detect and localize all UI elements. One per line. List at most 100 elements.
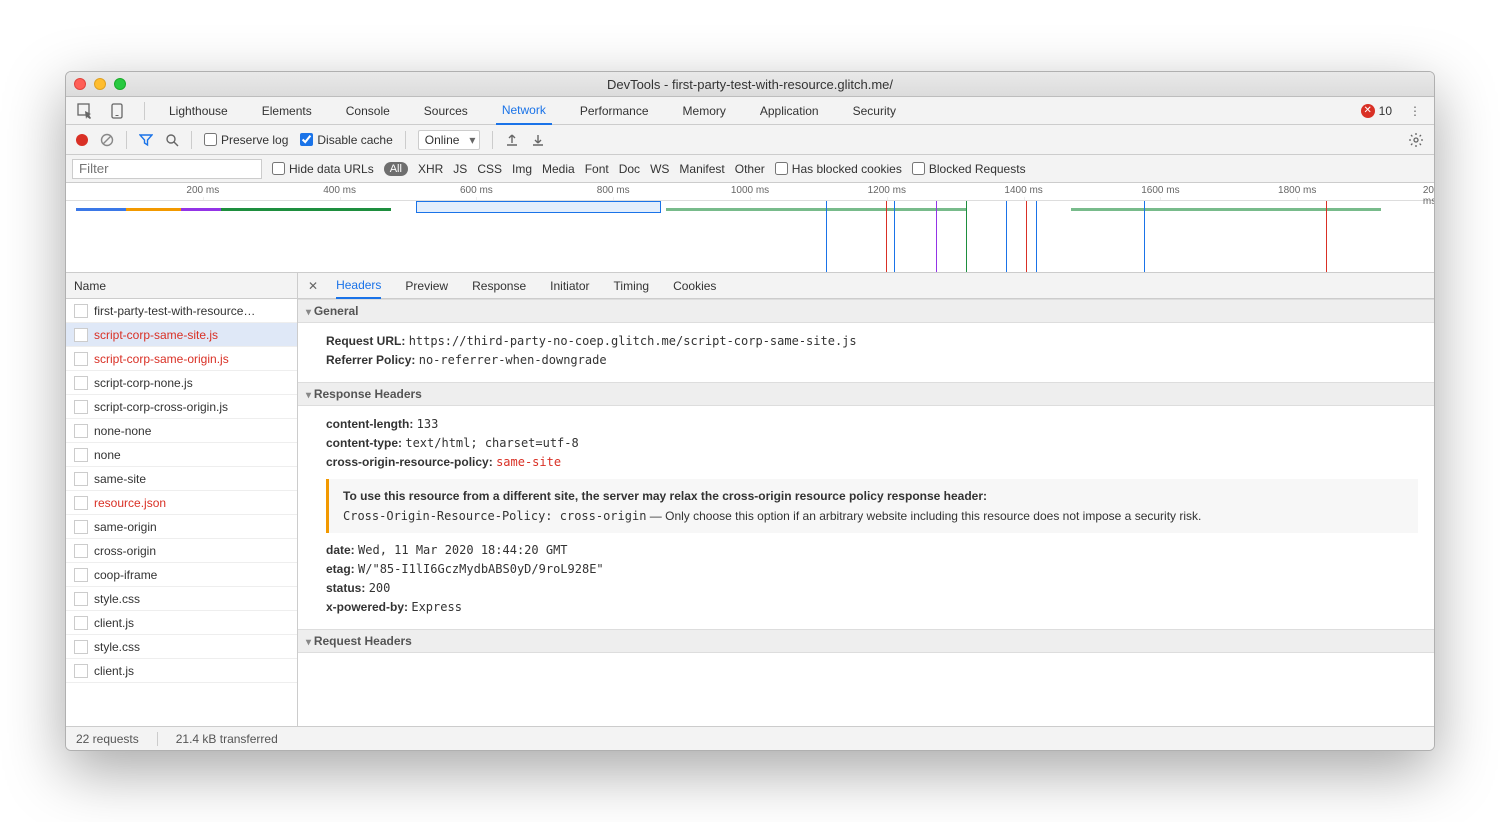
request-row[interactable]: same-origin xyxy=(66,515,297,539)
request-detail: ✕ Headers Preview Response Initiator Timing C… xyxy=(298,273,1434,726)
request-row[interactable]: script-corp-same-site.js xyxy=(66,323,297,347)
filter-type-all[interactable]: All xyxy=(384,162,408,176)
file-icon xyxy=(74,568,88,582)
panel-tab-lighthouse[interactable]: Lighthouse xyxy=(163,97,234,125)
error-count-badge[interactable]: ✕ 10 xyxy=(1361,104,1392,118)
file-icon xyxy=(74,376,88,390)
section-response-headers[interactable]: Response Headers xyxy=(298,382,1434,406)
panel-tab-elements[interactable]: Elements xyxy=(256,97,318,125)
filter-type-ws[interactable]: WS xyxy=(650,162,669,176)
detail-tab-response[interactable]: Response xyxy=(472,273,526,299)
detail-tab-initiator[interactable]: Initiator xyxy=(550,273,589,299)
corp-hint-note: To use this resource from a different si… xyxy=(326,479,1418,533)
hide-data-urls-checkbox[interactable]: Hide data URLs xyxy=(272,162,374,176)
status-requests: 22 requests xyxy=(76,732,158,746)
timeline-tick: 1000 ms xyxy=(731,185,769,196)
search-icon[interactable] xyxy=(165,133,179,147)
request-row[interactable]: none xyxy=(66,443,297,467)
timeline-tick: 1200 ms xyxy=(868,185,906,196)
filter-input[interactable] xyxy=(72,159,262,179)
request-row[interactable]: style.css xyxy=(66,635,297,659)
filter-type-doc[interactable]: Doc xyxy=(619,162,640,176)
request-row[interactable]: cross-origin xyxy=(66,539,297,563)
filter-bar: Hide data URLs All XHR JS CSS Img Media Font D… xyxy=(66,155,1434,183)
detail-tab-headers[interactable]: Headers xyxy=(336,273,381,299)
record-button[interactable] xyxy=(76,134,88,146)
detail-tab-preview[interactable]: Preview xyxy=(405,273,448,299)
detail-tabbar: ✕ Headers Preview Response Initiator Timing C… xyxy=(298,273,1434,299)
request-name: style.css xyxy=(94,592,140,606)
file-icon xyxy=(74,472,88,486)
panel-tab-security[interactable]: Security xyxy=(847,97,902,125)
request-name: none xyxy=(94,448,121,462)
panel-tab-memory[interactable]: Memory xyxy=(677,97,732,125)
panel-tab-network[interactable]: Network xyxy=(496,97,552,125)
request-row[interactable]: script-corp-none.js xyxy=(66,371,297,395)
panel-tab-application[interactable]: Application xyxy=(754,97,825,125)
settings-gear-icon[interactable] xyxy=(1408,132,1424,148)
filter-type-media[interactable]: Media xyxy=(542,162,575,176)
request-name: client.js xyxy=(94,664,134,678)
section-request-headers[interactable]: Request Headers xyxy=(298,629,1434,653)
request-list-header[interactable]: Name xyxy=(66,273,297,299)
file-icon xyxy=(74,640,88,654)
request-row[interactable]: style.css xyxy=(66,587,297,611)
request-name: script-corp-none.js xyxy=(94,376,193,390)
file-icon xyxy=(74,592,88,606)
file-icon xyxy=(74,520,88,534)
request-row[interactable]: first-party-test-with-resource… xyxy=(66,299,297,323)
request-row[interactable]: script-corp-same-origin.js xyxy=(66,347,297,371)
waterfall-overview[interactable]: 200 ms400 ms600 ms800 ms1000 ms1200 ms14… xyxy=(66,183,1434,273)
device-toggle-icon[interactable] xyxy=(108,102,126,120)
clear-icon[interactable] xyxy=(100,133,114,147)
filter-type-css[interactable]: CSS xyxy=(477,162,502,176)
file-icon xyxy=(74,544,88,558)
close-detail-icon[interactable]: ✕ xyxy=(308,279,318,293)
more-menu-icon[interactable]: ⋮ xyxy=(1406,104,1424,118)
filter-icon[interactable] xyxy=(139,133,153,147)
request-row[interactable]: same-site xyxy=(66,467,297,491)
download-har-icon[interactable] xyxy=(531,133,545,147)
request-name: client.js xyxy=(94,616,134,630)
panel-tab-performance[interactable]: Performance xyxy=(574,97,655,125)
preserve-log-checkbox[interactable]: Preserve log xyxy=(204,133,288,147)
filter-type-other[interactable]: Other xyxy=(735,162,765,176)
throttling-select[interactable]: Online xyxy=(418,130,481,150)
filter-type-manifest[interactable]: Manifest xyxy=(679,162,724,176)
titlebar: DevTools - first-party-test-with-resourc… xyxy=(66,72,1434,97)
request-name: first-party-test-with-resource… xyxy=(94,304,255,318)
panel-tab-console[interactable]: Console xyxy=(340,97,396,125)
filter-type-js[interactable]: JS xyxy=(453,162,467,176)
request-name: coop-iframe xyxy=(94,568,157,582)
disable-cache-checkbox[interactable]: Disable cache xyxy=(300,133,392,147)
has-blocked-cookies-checkbox[interactable]: Has blocked cookies xyxy=(775,162,902,176)
file-icon xyxy=(74,664,88,678)
blocked-requests-checkbox[interactable]: Blocked Requests xyxy=(912,162,1026,176)
filter-type-font[interactable]: Font xyxy=(585,162,609,176)
timeline-markers xyxy=(66,201,1434,272)
window-title: DevTools - first-party-test-with-resourc… xyxy=(66,77,1434,92)
request-row[interactable]: script-corp-cross-origin.js xyxy=(66,395,297,419)
request-row[interactable]: resource.json xyxy=(66,491,297,515)
file-icon xyxy=(74,496,88,510)
file-icon xyxy=(74,448,88,462)
network-toolbar: Preserve log Disable cache Online xyxy=(66,125,1434,155)
request-row[interactable]: coop-iframe xyxy=(66,563,297,587)
timeline-tick: 800 ms xyxy=(597,185,630,196)
request-list: Name first-party-test-with-resource… scri… xyxy=(66,273,298,726)
request-name: script-corp-same-origin.js xyxy=(94,352,229,366)
upload-har-icon[interactable] xyxy=(505,133,519,147)
detail-tab-cookies[interactable]: Cookies xyxy=(673,273,716,299)
request-name: none-none xyxy=(94,424,151,438)
panel-tab-sources[interactable]: Sources xyxy=(418,97,474,125)
inspect-element-icon[interactable] xyxy=(76,102,94,120)
request-row[interactable]: none-none xyxy=(66,419,297,443)
filter-type-img[interactable]: Img xyxy=(512,162,532,176)
request-row[interactable]: client.js xyxy=(66,659,297,683)
request-name: script-corp-same-site.js xyxy=(94,328,218,342)
detail-tab-timing[interactable]: Timing xyxy=(614,273,650,299)
file-icon xyxy=(74,328,88,342)
request-row[interactable]: client.js xyxy=(66,611,297,635)
filter-type-xhr[interactable]: XHR xyxy=(418,162,443,176)
section-general[interactable]: General xyxy=(298,299,1434,323)
